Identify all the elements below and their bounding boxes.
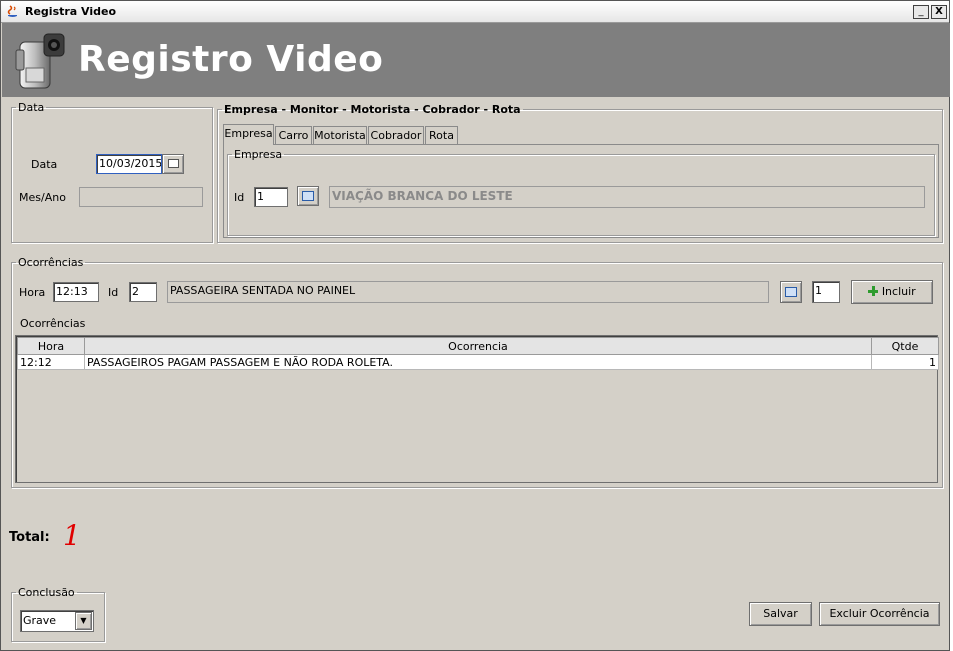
date-field[interactable]: 10/03/2015 xyxy=(96,154,162,174)
empresa-search-button[interactable] xyxy=(297,186,319,206)
tab-empresa[interactable]: Empresa xyxy=(223,124,274,145)
cell-ocorrencia: PASSAGEIROS PAGAM PASSAGEM E NÃO RODA RO… xyxy=(84,354,872,370)
empresa-id-label: Id xyxy=(234,191,245,204)
lookup-icon xyxy=(302,191,314,201)
java-app-icon xyxy=(6,4,20,18)
page-title: Registro Video xyxy=(78,39,384,80)
quantity-field[interactable]: 1 xyxy=(812,281,840,303)
cell-qtde: 1 xyxy=(871,354,939,370)
ocorrencia-description-field: PASSAGEIRA SENTADA NO PAINEL xyxy=(167,281,769,303)
empresa-name-field: VIAÇÃO BRANCA DO LESTE xyxy=(329,186,925,208)
ocorrencia-search-button[interactable] xyxy=(780,281,802,303)
incluir-label: Incluir xyxy=(881,285,916,298)
empresa-panel-legend: Empresa - Monitor - Motorista - Cobrador… xyxy=(224,103,521,116)
header-banner: Registro Video xyxy=(2,23,950,97)
hora-label: Hora xyxy=(19,286,46,299)
column-header-hora[interactable]: Hora xyxy=(17,337,85,355)
ocorrencias-table-container[interactable]: Hora Ocorrencia Qtde 12:12 PASSAGEIROS P… xyxy=(15,335,939,483)
date-label: Data xyxy=(31,158,58,171)
column-header-qtde[interactable]: Qtde xyxy=(871,337,939,355)
total-label: Total: xyxy=(9,530,50,545)
mes-ano-label: Mes/Ano xyxy=(19,191,66,204)
tab-rota[interactable]: Rota xyxy=(425,126,458,144)
ocorrencias-panel-legend: Ocorrências xyxy=(18,256,84,269)
salvar-button[interactable]: Salvar xyxy=(749,602,812,626)
minimize-button[interactable]: _ xyxy=(913,5,929,19)
excluir-ocorrencia-button[interactable]: Excluir Ocorrência xyxy=(819,602,940,626)
conclusao-legend: Conclusão xyxy=(18,586,75,599)
mes-ano-field xyxy=(79,187,203,207)
chevron-down-icon[interactable]: ▼ xyxy=(75,612,92,630)
tab-motorista[interactable]: Motorista xyxy=(313,126,367,144)
app-window: Registra Video _ X Registro Video Data D… xyxy=(0,0,950,651)
close-button[interactable]: X xyxy=(931,5,947,19)
ocorrencia-id-label: Id xyxy=(108,286,119,299)
empresa-inner-legend: Empresa xyxy=(234,148,283,161)
tab-cobrador[interactable]: Cobrador xyxy=(368,126,424,144)
conclusao-selected-value: Grave xyxy=(23,614,57,627)
calendar-button[interactable] xyxy=(162,154,184,174)
table-row[interactable]: 12:12 PASSAGEIROS PAGAM PASSAGEM E NÃO R… xyxy=(17,354,939,370)
ocorrencia-id-field[interactable]: 2 xyxy=(129,282,157,302)
window-title: Registra Video xyxy=(25,5,117,18)
calendar-icon xyxy=(167,159,179,168)
table-header-row: Hora Ocorrencia Qtde xyxy=(17,337,939,355)
total-value: 1 xyxy=(63,519,81,552)
data-panel-legend: Data xyxy=(18,101,45,114)
camcorder-icon xyxy=(14,28,70,94)
conclusao-select[interactable]: Grave ▼ xyxy=(20,610,94,632)
hora-field[interactable]: 12:13 xyxy=(53,282,99,302)
tab-carro[interactable]: Carro xyxy=(275,126,312,144)
lookup-icon xyxy=(785,287,797,297)
ocorrencias-table[interactable]: Hora Ocorrencia Qtde 12:12 PASSAGEIROS P… xyxy=(17,337,939,370)
empresa-id-field[interactable]: 1 xyxy=(254,187,288,207)
add-icon xyxy=(868,286,879,296)
title-bar: Registra Video _ X xyxy=(1,1,949,23)
cell-hora: 12:12 xyxy=(17,354,85,370)
incluir-button[interactable]: Incluir xyxy=(851,280,933,304)
column-header-ocorrencia[interactable]: Ocorrencia xyxy=(84,337,872,355)
ocorrencias-list-label: Ocorrências xyxy=(20,317,86,330)
